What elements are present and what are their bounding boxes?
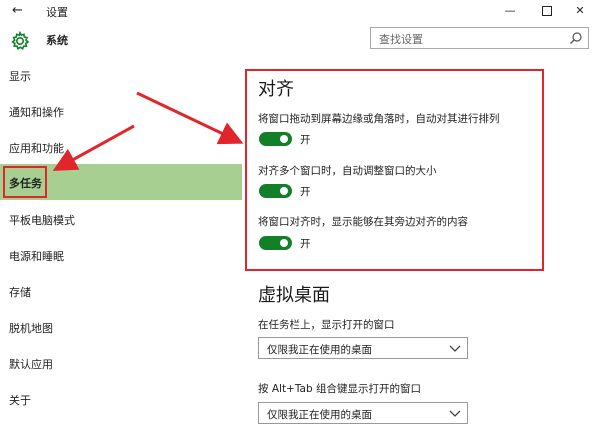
taskbar-windows-dropdown[interactable]: 仅限我正在使用的桌面 [258, 337, 468, 359]
toggle-state-label: 开 [300, 186, 311, 198]
sidebar-item-apps[interactable]: 应用和功能 [0, 129, 242, 165]
search-box[interactable] [370, 27, 589, 50]
sidebar-item-label: 平板电脑模式 [9, 214, 75, 227]
snap-heading: 对齐 [258, 79, 294, 100]
sidebar-item-label: 显示 [9, 70, 31, 83]
virtual-desktops-heading: 虚拟桌面 [258, 285, 330, 306]
sidebar-item-label: 默认应用 [9, 358, 53, 371]
minimize-button[interactable]: — [496, 2, 524, 20]
toggle-state-label: 开 [300, 134, 311, 146]
sidebar-item-offline-maps[interactable]: 脱机地图 [0, 309, 242, 345]
maximize-button[interactable] [533, 2, 561, 20]
snap-option-label-show-beside: 将窗口对齐时，显示能够在其旁边对齐的内容 [258, 216, 468, 228]
sidebar-item-power-sleep[interactable]: 电源和睡眠 [0, 237, 242, 273]
snap-option-label-resize: 对齐多个窗口时，自动调整窗口的大小 [258, 165, 437, 177]
sidebar-item-notifications[interactable]: 通知和操作 [0, 93, 242, 129]
sidebar-item-display[interactable]: 显示 [0, 57, 242, 93]
toggle-snap-arrange[interactable] [259, 132, 292, 146]
sidebar-item-label: 应用和功能 [9, 142, 64, 155]
toggle-knob [280, 135, 288, 143]
taskbar-windows-label: 在任务栏上，显示打开的窗口 [258, 319, 395, 331]
sidebar-item-tablet-mode[interactable]: 平板电脑模式 [0, 201, 242, 237]
highlight-box-multitasking [3, 166, 47, 198]
toggle-knob [280, 187, 288, 195]
alttab-windows-label: 按 Alt+Tab 组合键显示打开的窗口 [258, 383, 421, 395]
dropdown-value: 仅限我正在使用的桌面 [267, 409, 372, 421]
chevron-down-icon [449, 345, 461, 352]
toggle-state-label: 开 [300, 238, 311, 250]
sidebar-item-label: 电源和睡眠 [9, 250, 64, 263]
gear-icon [11, 31, 30, 51]
search-icon[interactable] [569, 31, 583, 45]
sidebar-item-label: 存储 [9, 286, 31, 299]
toggle-snap-resize[interactable] [259, 184, 292, 198]
toggle-snap-show-beside[interactable] [259, 236, 292, 250]
alttab-windows-dropdown[interactable]: 仅限我正在使用的桌面 [258, 402, 468, 424]
sidebar-item-about[interactable]: 关于 [0, 381, 242, 417]
sidebar-item-storage[interactable]: 存储 [0, 273, 242, 309]
chevron-down-icon [449, 410, 461, 417]
title-bar: ← 设置 — ✕ [0, 0, 594, 22]
sidebar-item-label: 脱机地图 [9, 322, 53, 335]
close-button[interactable]: ✕ [566, 2, 594, 20]
toggle-knob [280, 239, 288, 247]
maximize-icon [542, 6, 552, 16]
back-arrow-icon[interactable]: ← [12, 3, 23, 18]
page-title: 系统 [46, 34, 68, 47]
sidebar-item-label: 关于 [9, 394, 31, 407]
search-input[interactable] [371, 29, 569, 50]
dropdown-value: 仅限我正在使用的桌面 [267, 344, 372, 356]
snap-option-label-arrange: 将窗口拖动到屏幕边缘或角落时，自动对其进行排列 [258, 113, 500, 125]
sidebar-item-default-apps[interactable]: 默认应用 [0, 345, 242, 381]
window-title: 设置 [46, 6, 68, 19]
sidebar-item-label: 通知和操作 [9, 106, 64, 119]
